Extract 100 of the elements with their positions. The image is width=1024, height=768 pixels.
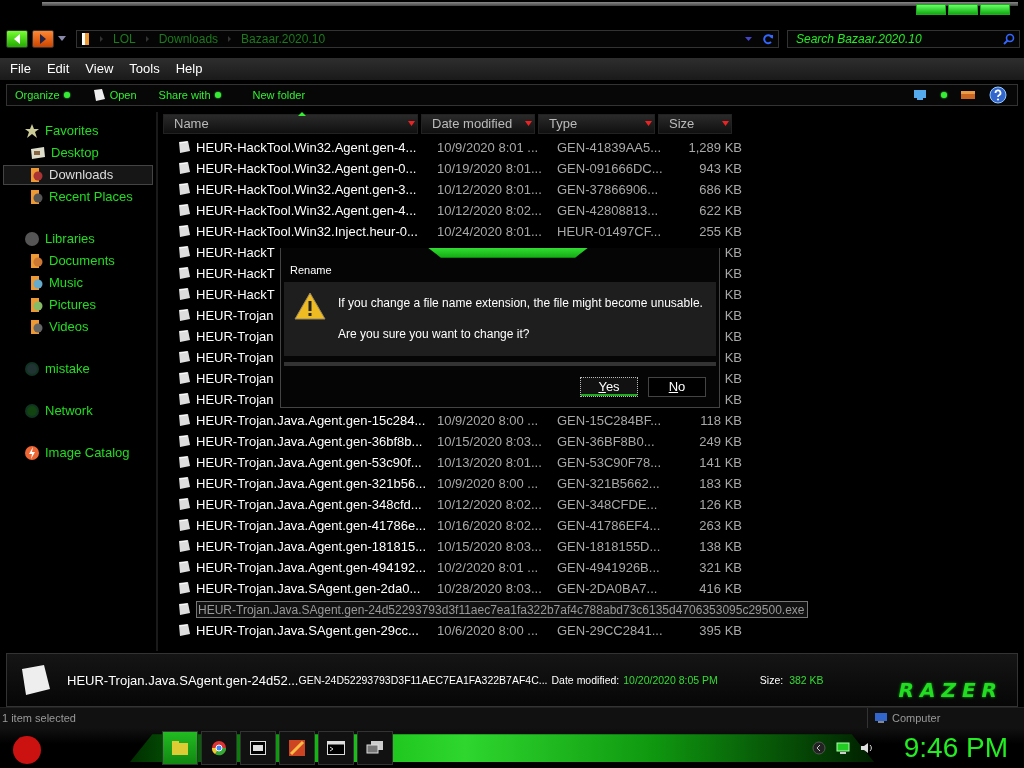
forward-button[interactable] — [32, 29, 54, 48]
monitor-icon[interactable] — [835, 742, 850, 755]
toolbar-button[interactable]: Organize — [15, 88, 60, 101]
file-name[interactable]: HEUR-Trojan — [196, 307, 274, 323]
file-name[interactable]: HEUR-Trojan — [196, 328, 274, 344]
taskbar-button[interactable] — [240, 731, 276, 766]
dropdown-icon[interactable] — [941, 91, 947, 98]
file-name[interactable]: HEUR-HackTool.Win32.Agent.gen-4... — [196, 139, 417, 155]
table-cell-text: 622 KB — [698, 202, 742, 218]
refresh-icon[interactable] — [762, 32, 774, 45]
speaker-icon[interactable] — [859, 741, 874, 756]
sidebar-item[interactable]: Pictures — [3, 294, 153, 315]
sidebar-item[interactable]: Network — [3, 400, 153, 421]
file-name[interactable]: HEUR-Trojan.Java.Agent.gen-181815... — [196, 538, 427, 554]
breadcrumb[interactable]: Bazaar.2020.10 — [241, 31, 326, 46]
file-name[interactable]: HEUR-Trojan.Java.Agent.gen-41786e... — [196, 517, 427, 533]
sidebar-item[interactable]: Recent Places — [3, 186, 153, 207]
file-name[interactable]: HEUR-HackT — [196, 286, 275, 302]
table-cell-text: 118 KB — [699, 412, 742, 428]
back-icon[interactable] — [811, 741, 826, 756]
search-icon[interactable] — [1003, 32, 1015, 45]
help-icon[interactable] — [989, 85, 1007, 104]
file-icon — [177, 161, 191, 176]
toolbar-button[interactable]: Open — [109, 88, 137, 101]
menu-item[interactable]: View — [77, 61, 122, 77]
file-name[interactable]: HEUR-HackTool.Win32.Agent.gen-3... — [196, 181, 417, 197]
file-name[interactable]: HEUR-Trojan — [196, 391, 274, 407]
sidebar-item[interactable]: Music — [3, 272, 153, 293]
rename-field[interactable]: HEUR-Trojan.Java.SAgent.gen-24d52293793d3f11aec7ea1fa322b7af4c788abd73c6135d4706353095c29500.exe — [196, 600, 808, 618]
search-input[interactable]: Search Bazaar.2020.10 — [796, 31, 1003, 46]
clock[interactable]: 9:46 PM — [903, 732, 1008, 765]
table-cell-text: GEN-4941926B... — [557, 559, 661, 575]
file-name[interactable]: HEUR-Trojan.Java.Agent.gen-15c284... — [196, 412, 426, 428]
menu-item[interactable]: Help — [167, 61, 211, 77]
table-cell-text: GEN-29CC2841... — [557, 622, 664, 638]
table-cell-text: 10/9/2020 8:00 ... — [437, 412, 540, 428]
breadcrumb[interactable]: Downloads — [158, 31, 219, 46]
file-name[interactable]: HEUR-Trojan.Java.SAgent.gen-29cc... — [196, 622, 419, 638]
taskbar-button[interactable] — [279, 731, 315, 766]
file-name[interactable]: HEUR-Trojan.Java.Agent.gen-36bf8b... — [196, 433, 423, 449]
dialog-title: Rename — [290, 263, 333, 278]
status-location: Computer — [892, 712, 941, 725]
table-cell-text: GEN-15C284BF... — [557, 412, 663, 428]
column-header[interactable]: Name — [163, 113, 418, 134]
table-cell-text: 141 KB — [698, 454, 742, 470]
dialog-message: If you change a file name extension, the file might become unusable. — [338, 295, 703, 310]
dropdown-icon[interactable] — [63, 91, 70, 98]
folder-icon — [30, 296, 44, 313]
file-name[interactable]: HEUR-HackTool.Win32.Agent.gen-4... — [196, 202, 417, 218]
menu-item[interactable]: File — [2, 61, 39, 77]
address-bar[interactable]: LOL Downloads Bazaar.2020.10 — [76, 29, 779, 48]
file-name[interactable]: HEUR-HackTool.Win32.Agent.gen-0... — [196, 160, 417, 176]
sort-icon[interactable] — [298, 111, 306, 116]
file-name[interactable]: HEUR-Trojan — [196, 370, 274, 386]
sidebar-item[interactable]: Libraries — [3, 228, 153, 249]
taskbar-button[interactable] — [201, 731, 237, 766]
table-cell-text: 416 KB — [698, 580, 742, 596]
document-icon — [91, 87, 106, 102]
table-cell-text: 10/9/2020 8:00 ... — [437, 475, 540, 491]
file-name[interactable]: HEUR-HackT — [196, 244, 275, 260]
taskbar-button[interactable] — [318, 731, 354, 766]
column-header[interactable]: Date modified — [421, 113, 535, 134]
monitor-icon[interactable] — [913, 89, 927, 101]
sidebar-item[interactable]: Favorites — [3, 120, 153, 141]
file-name[interactable]: HEUR-Trojan.Java.Agent.gen-321b56... — [196, 475, 427, 491]
file-name[interactable]: HEUR-Trojan.Java.Agent.gen-348cfd... — [196, 496, 422, 512]
sidebar-item[interactable]: mistake — [3, 358, 153, 379]
file-icon — [177, 182, 191, 197]
toolbar-button[interactable]: New folder — [252, 88, 306, 101]
table-cell-text: KB — [723, 391, 742, 407]
breadcrumb[interactable]: LOL — [113, 31, 136, 46]
file-name[interactable]: HEUR-Trojan.Java.Agent.gen-494192... — [196, 559, 427, 575]
sidebar-item[interactable]: Desktop — [3, 142, 153, 163]
table-cell-text: 249 KB — [698, 433, 742, 449]
toolbar-button[interactable]: Share with — [158, 88, 211, 101]
desktop-icon — [30, 145, 46, 160]
taskbar-button[interactable] — [357, 731, 393, 766]
back-button[interactable] — [6, 29, 28, 48]
column-header[interactable]: Type — [538, 113, 655, 134]
file-name[interactable]: HEUR-Trojan.Java.Agent.gen-53c90f... — [196, 454, 422, 470]
menu-item[interactable]: Tools — [121, 61, 168, 77]
no-button[interactable]: No — [648, 376, 706, 397]
sidebar-item[interactable]: Image Catalog — [3, 442, 153, 463]
file-name[interactable]: HEUR-Trojan.Java.SAgent.gen-2da0... — [196, 580, 421, 596]
dropdown-icon[interactable] — [214, 91, 221, 98]
file-name[interactable]: HEUR-Trojan — [196, 349, 274, 365]
preview-pane-icon[interactable] — [961, 89, 975, 100]
search-field[interactable]: Search Bazaar.2020.10 — [787, 29, 1020, 48]
taskbar-button[interactable] — [162, 731, 198, 766]
sidebar-item[interactable]: Documents — [3, 250, 153, 271]
dropdown-icon[interactable] — [58, 36, 66, 42]
menu-item[interactable]: Edit — [38, 61, 78, 77]
yes-button[interactable]: Yes — [580, 376, 638, 397]
column-header[interactable]: Size — [658, 113, 732, 134]
sidebar-item[interactable]: Videos — [3, 316, 153, 337]
sidebar-item[interactable]: Downloads — [3, 164, 153, 185]
table-cell-text: KB — [723, 370, 742, 386]
file-name[interactable]: HEUR-HackTool.Win32.Inject.heur-0... — [196, 223, 418, 239]
file-icon — [177, 518, 191, 533]
file-name[interactable]: HEUR-HackT — [196, 265, 275, 281]
